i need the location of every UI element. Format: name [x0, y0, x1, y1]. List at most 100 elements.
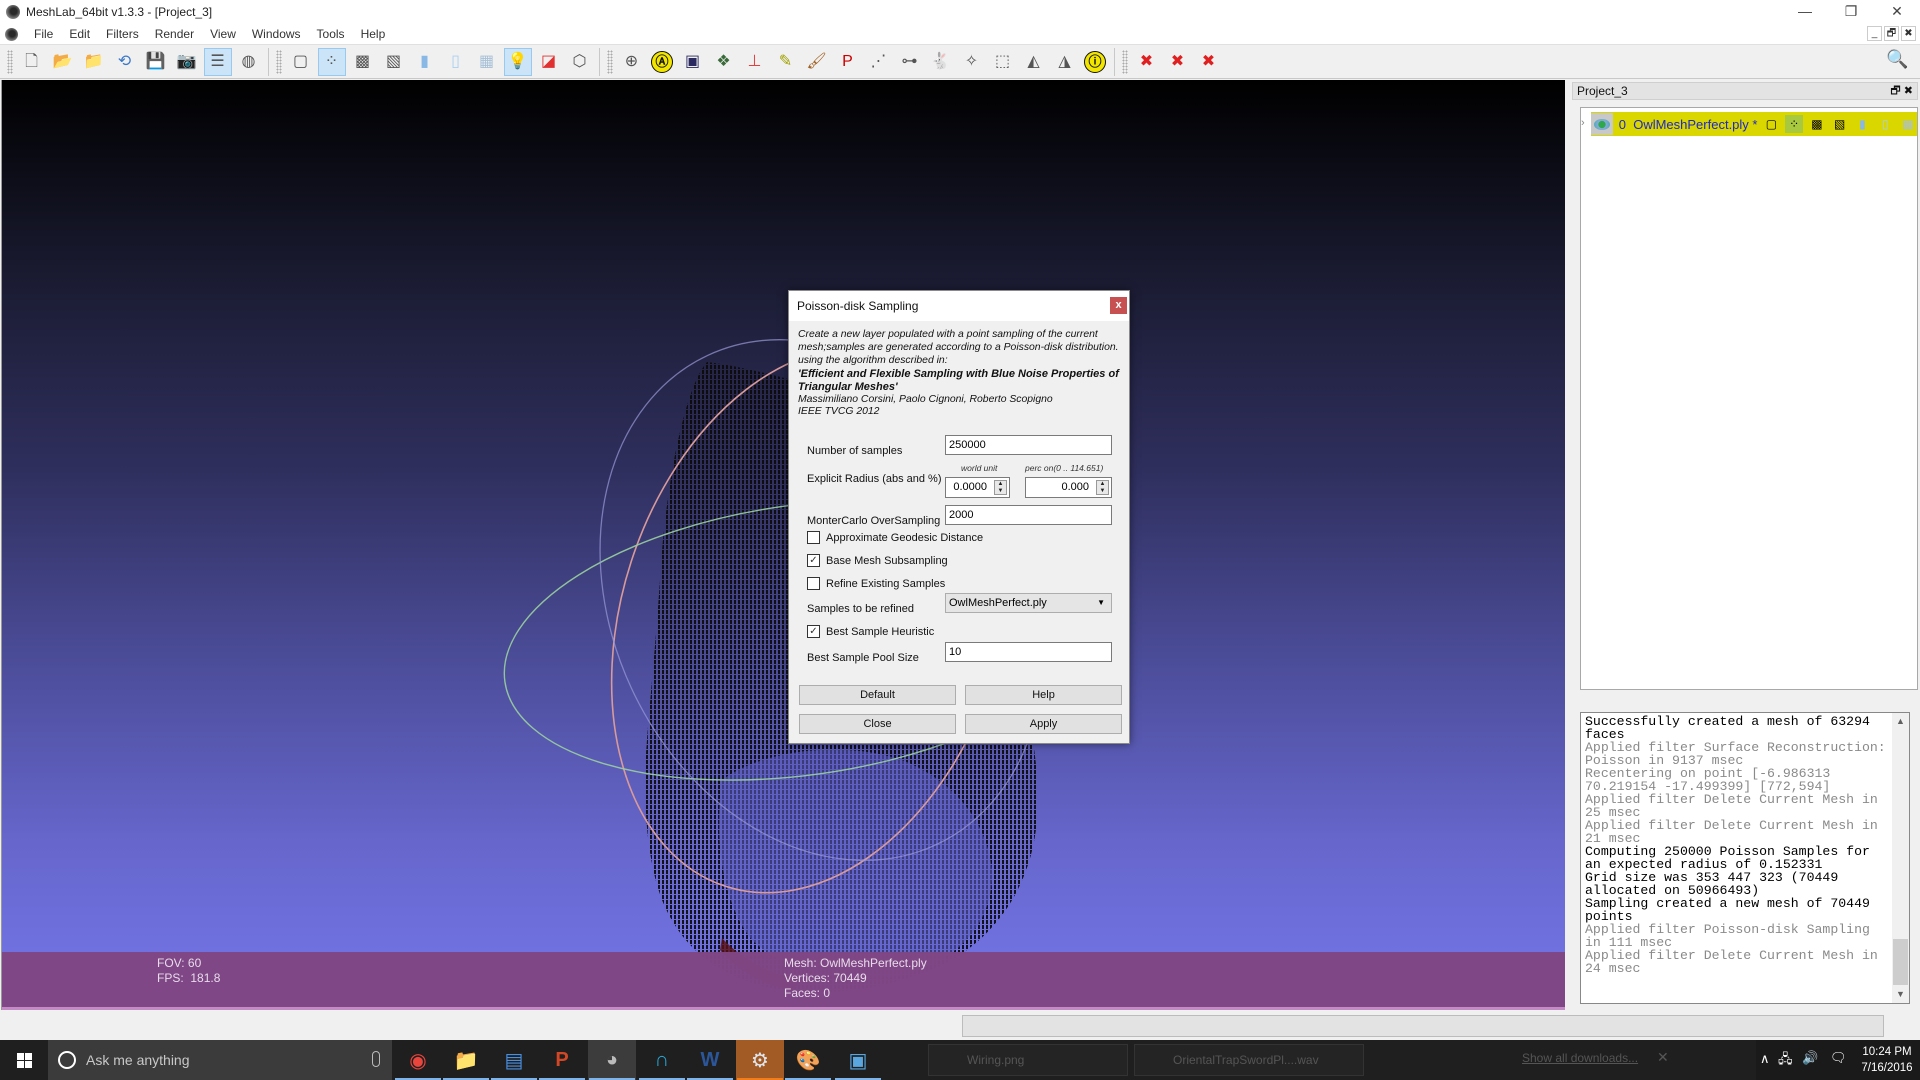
layer-bbox-icon[interactable]: ▢ — [1762, 115, 1780, 133]
smooth-shading-icon[interactable]: ▯ — [442, 48, 470, 76]
montecarlo-input[interactable]: 2000 — [945, 505, 1112, 525]
point-picking-icon[interactable]: ⋰ — [865, 48, 893, 76]
radius-abs-spinbox[interactable]: 0.0000 ▲ ▼ — [945, 477, 1010, 498]
menu-tools[interactable]: Tools — [309, 27, 353, 41]
minimize-button[interactable]: — — [1782, 0, 1828, 24]
checkbox-box[interactable]: ✓ — [807, 554, 820, 567]
scroll-up-icon[interactable]: ▲ — [1892, 713, 1909, 730]
3d-viewport[interactable]: FOV: 60 FPS: 181.8 Mesh: OwlMeshPerfect.… — [1, 80, 1565, 1010]
reference-icon[interactable]: ✧ — [958, 48, 986, 76]
toolbar-grip[interactable] — [1122, 49, 1128, 74]
dock-float-button[interactable]: 🗗 — [1890, 85, 1900, 97]
info-icon[interactable]: ⓘ — [1084, 50, 1106, 73]
new-project-icon[interactable]: 🗋 — [18, 48, 46, 76]
pickpoints-icon[interactable]: P — [834, 48, 862, 76]
download-item[interactable]: OrientalTrapSwordPl....wav — [1134, 1044, 1364, 1076]
spin-arrows-icon[interactable]: ▲ ▼ — [994, 480, 1007, 495]
toolbar-grip[interactable] — [607, 49, 613, 74]
layer-flat-icon[interactable]: ▮ — [1854, 115, 1872, 133]
measure-icon[interactable]: ✎ — [772, 48, 800, 76]
menu-filters[interactable]: Filters — [98, 27, 147, 41]
raster-icon[interactable]: ◍ — [235, 48, 263, 76]
file-explorer-taskbar-button[interactable]: 📁 — [442, 1040, 490, 1080]
download-item[interactable]: Wiring.png — [928, 1044, 1128, 1076]
paint-taskbar-button[interactable]: 🎨 — [784, 1040, 832, 1080]
base-mesh-subsampling-checkbox[interactable]: ✓ Base Mesh Subsampling — [807, 554, 948, 567]
toolbar-grip[interactable] — [7, 49, 13, 74]
select-connected-icon[interactable]: ◮ — [1051, 48, 1079, 76]
checkbox-box[interactable]: ✓ — [807, 625, 820, 638]
system-menu-icon[interactable] — [5, 27, 18, 41]
layer-points-icon[interactable]: ⁘ — [1785, 115, 1804, 133]
trackball-icon[interactable]: ⊕ — [618, 48, 646, 76]
steam-taskbar-button[interactable]: ⚙ — [736, 1040, 784, 1080]
clock[interactable]: 10:24 PM 7/16/2016 — [1856, 1044, 1918, 1076]
reload-icon[interactable]: ⟲ — [111, 48, 139, 76]
app-taskbar-button[interactable]: ▤ — [490, 1040, 538, 1080]
bbox-icon[interactable]: ▢ — [287, 48, 315, 76]
dock-close-button[interactable]: ✖ — [1904, 85, 1913, 97]
close-button[interactable]: Close — [799, 714, 956, 734]
search-icon[interactable]: 🔍 — [1886, 49, 1910, 73]
arduino-taskbar-button[interactable]: ∩ — [638, 1040, 686, 1080]
help-button[interactable]: Help — [965, 685, 1122, 705]
layer-texture-icon[interactable]: ▦ — [1899, 115, 1917, 133]
background-icon[interactable]: ▣ — [679, 48, 707, 76]
layer-hiddenlines-icon[interactable]: ▧ — [1831, 115, 1849, 133]
layers-icon[interactable]: ☰ — [203, 47, 232, 76]
points-icon[interactable]: ⁘ — [317, 47, 346, 76]
best-heuristic-checkbox[interactable]: ✓ Best Sample Heuristic — [807, 625, 934, 638]
network-icon[interactable]: 🖧 — [1778, 1050, 1793, 1072]
toolbar-grip[interactable] — [276, 49, 282, 74]
restore-button[interactable]: ❐ — [1828, 0, 1874, 24]
colorize-icon[interactable]: 🐇 — [927, 48, 955, 76]
layer-smooth-icon[interactable]: ▯ — [1876, 115, 1894, 133]
snapshot-icon[interactable]: 📷 — [173, 48, 201, 76]
mdi-minimize-button[interactable]: _ — [1867, 26, 1882, 41]
menu-view[interactable]: View — [202, 27, 244, 41]
scroll-down-icon[interactable]: ▼ — [1892, 986, 1909, 1003]
layer-row[interactable]: › 0 OwlMeshPerfect.ply * ▢ ⁘ ▩ ▧ ▮ ▯ ▦ — [1581, 112, 1917, 136]
hidden-lines-icon[interactable]: ▧ — [380, 48, 408, 76]
apply-button[interactable]: Apply — [965, 714, 1122, 734]
menu-windows[interactable]: Windows — [244, 27, 309, 41]
layer-wireframe-icon[interactable]: ▩ — [1808, 115, 1826, 133]
texture-icon[interactable]: ▦ — [473, 48, 501, 76]
align-icon[interactable]: ⊶ — [896, 48, 924, 76]
annotation-icon[interactable]: Ⓐ — [651, 50, 673, 73]
start-button[interactable] — [0, 1040, 48, 1080]
chrome-taskbar-button[interactable]: ◉ — [394, 1040, 442, 1080]
menu-help[interactable]: Help — [353, 27, 394, 41]
notifications-icon[interactable]: 🗨 — [1830, 1050, 1847, 1066]
backface-culling-icon[interactable]: ◪ — [535, 48, 563, 76]
default-button[interactable]: Default — [799, 685, 956, 705]
mdi-restore-button[interactable]: 🗗 — [1884, 26, 1899, 41]
meshlab-taskbar-button[interactable]: ◕ — [588, 1040, 636, 1080]
select-faces-icon[interactable]: ◭ — [1020, 48, 1048, 76]
open-project-icon[interactable]: 📂 — [49, 48, 77, 76]
axis-icon[interactable]: ⊥ — [741, 48, 769, 76]
show-all-downloads-link[interactable]: Show all downloads... — [1522, 1051, 1638, 1065]
close-window-button[interactable]: ✕ — [1874, 0, 1920, 24]
dialog-close-icon[interactable]: x — [1110, 297, 1127, 314]
delete-faces-icon[interactable]: ✖ — [1164, 48, 1192, 76]
log-scrollbar[interactable]: ▲ ▼ — [1892, 713, 1909, 1003]
menu-edit[interactable]: Edit — [61, 27, 98, 41]
samples-refined-select[interactable]: OwlMeshPerfect.ply ▼ — [945, 593, 1112, 613]
downloads-close-icon[interactable]: ✕ — [1657, 1049, 1669, 1066]
photos-taskbar-button[interactable]: ▣ — [834, 1040, 882, 1080]
wireframe-icon[interactable]: ▩ — [349, 48, 377, 76]
lighting-icon[interactable]: 💡 — [503, 47, 532, 76]
microphone-icon[interactable] — [372, 1051, 380, 1067]
approx-geodesic-checkbox[interactable]: Approximate Geodesic Distance — [807, 531, 983, 544]
import-mesh-icon[interactable]: 📁 — [80, 48, 108, 76]
expand-chevron-icon[interactable]: › — [1581, 117, 1585, 129]
scroll-thumb[interactable] — [1893, 939, 1908, 985]
selected-faces-icon[interactable]: ⬡ — [566, 48, 594, 76]
select-vertices-icon[interactable]: ⬚ — [989, 48, 1017, 76]
checkbox-box[interactable] — [807, 531, 820, 544]
word-taskbar-button[interactable]: W — [686, 1040, 734, 1080]
num-samples-input[interactable]: 250000 — [945, 435, 1112, 455]
delete-faces-vertices-icon[interactable]: ✖ — [1195, 48, 1223, 76]
cortana-search[interactable]: Ask me anything — [48, 1040, 392, 1080]
